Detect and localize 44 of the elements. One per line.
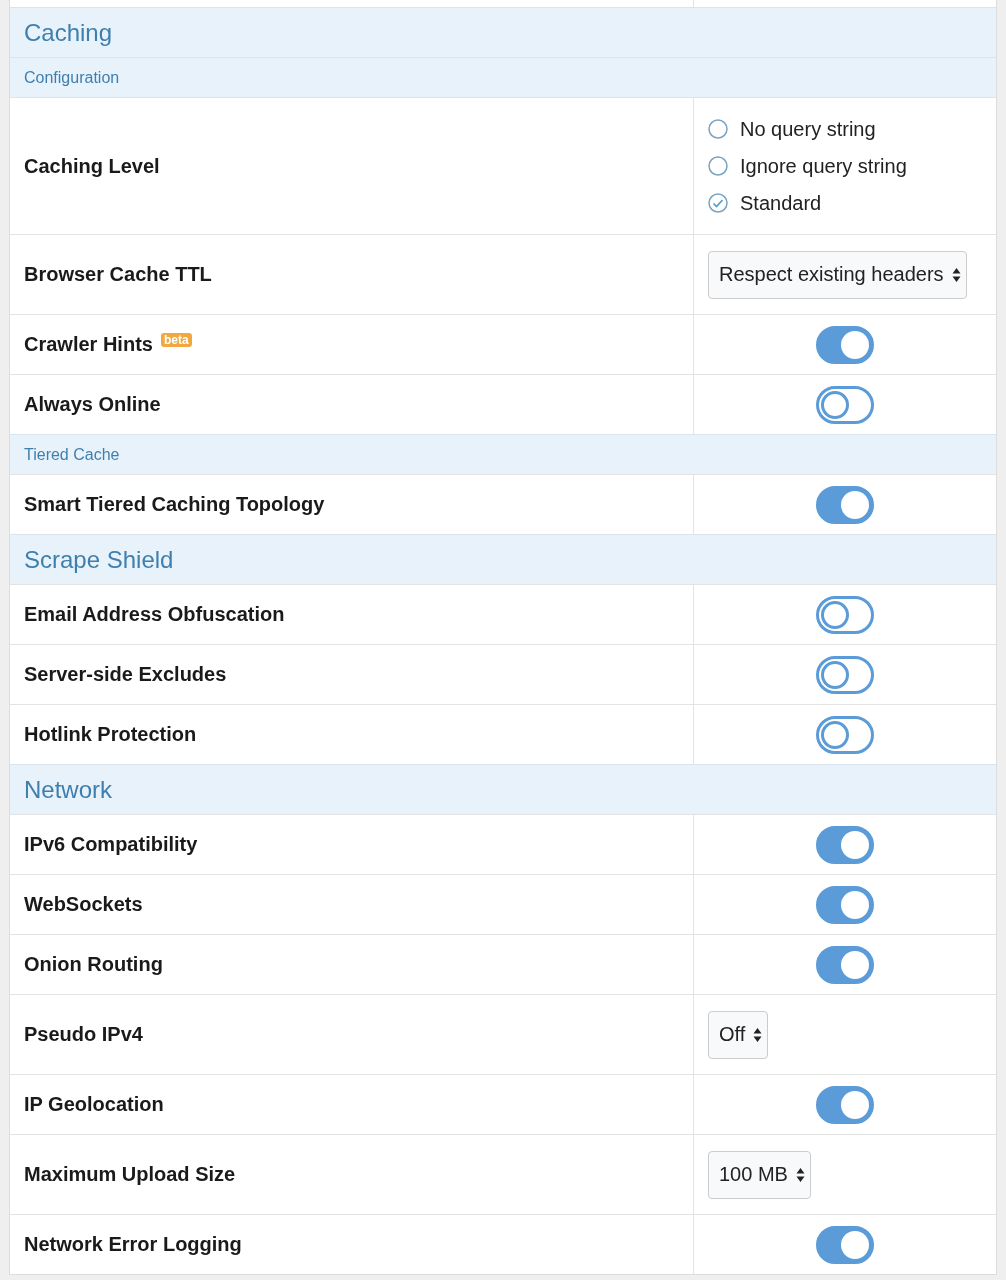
toggle-switch[interactable] — [816, 945, 874, 984]
radio-icon[interactable] — [708, 119, 728, 139]
subsection-title: Configuration — [23, 68, 121, 88]
dropdown-select[interactable]: Off — [708, 1010, 769, 1059]
radio-option[interactable]: Standard — [708, 191, 907, 215]
updown-caret-icon — [951, 266, 961, 283]
setting-label: IP Geolocation — [24, 1093, 164, 1116]
toggle-switch[interactable] — [816, 655, 874, 694]
beta-badge: beta — [160, 333, 192, 347]
radio-option[interactable]: Ignore query string — [708, 154, 907, 178]
setting-label: Browser Cache TTL — [24, 263, 212, 286]
toggle-switch[interactable] — [816, 825, 874, 864]
radio-icon[interactable] — [708, 156, 728, 176]
toggle-switch[interactable] — [816, 595, 874, 634]
setting-label: Maximum Upload Size — [24, 1163, 236, 1186]
setting-label: Crawler Hints — [24, 333, 153, 356]
radio-checked-icon[interactable] — [708, 193, 728, 213]
toggle-switch[interactable] — [816, 325, 874, 364]
setting-label: Onion Routing — [24, 953, 163, 976]
setting-label: WebSockets — [24, 893, 143, 916]
subsection-title: Tiered Cache — [23, 445, 121, 465]
setting-label: Server-side Excludes — [24, 663, 227, 686]
toggle-switch[interactable] — [816, 885, 874, 924]
dropdown-select[interactable]: 100 MB — [708, 1150, 811, 1199]
setting-label: Always Online — [24, 393, 161, 416]
setting-label: Network Error Logging — [24, 1233, 242, 1256]
toggle-switch[interactable] — [816, 485, 874, 524]
radio-option[interactable]: No query string — [708, 117, 907, 141]
setting-label: Caching Level — [24, 154, 160, 178]
section-title: Network — [23, 775, 114, 805]
dropdown-select[interactable]: Respect existing headers — [708, 250, 967, 299]
section-title: Caching — [23, 18, 114, 48]
toggle-switch[interactable] — [816, 385, 874, 424]
setting-label: IPv6 Compatibility — [24, 833, 198, 856]
toggle-switch[interactable] — [816, 715, 874, 754]
updown-caret-icon — [753, 1026, 763, 1043]
setting-label: Pseudo IPv4 — [24, 1023, 143, 1046]
setting-label: Hotlink Protection — [24, 723, 197, 746]
section-title: Scrape Shield — [23, 545, 175, 575]
toggle-switch[interactable] — [816, 1225, 874, 1264]
toggle-switch[interactable] — [816, 1085, 874, 1124]
updown-caret-icon — [795, 1166, 805, 1183]
setting-label: Email Address Obfuscation — [24, 603, 285, 626]
setting-label: Smart Tiered Caching Topology — [24, 493, 325, 516]
